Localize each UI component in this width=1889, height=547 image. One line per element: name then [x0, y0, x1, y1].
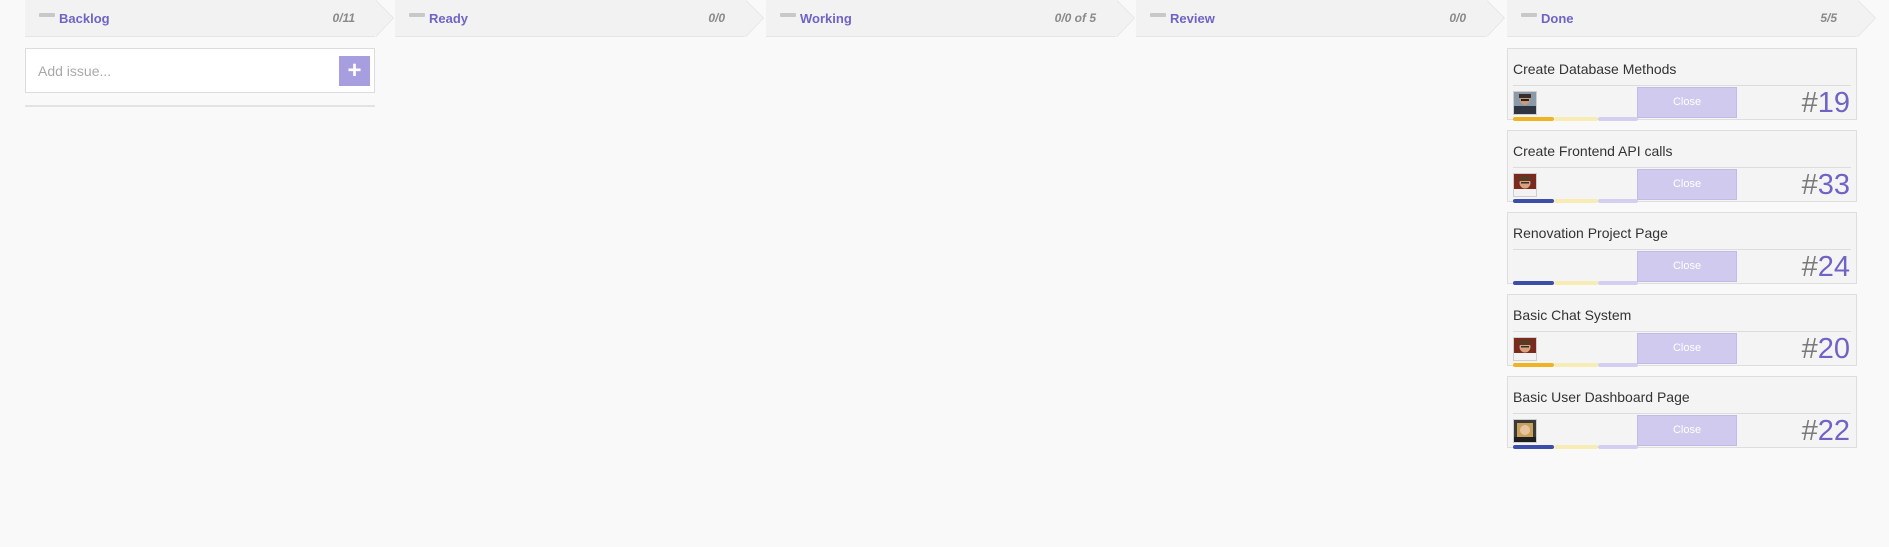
header-arrow	[1486, 0, 1504, 37]
card-divider	[1513, 331, 1851, 332]
issue-number[interactable]: #24	[1802, 251, 1850, 284]
issue-card[interactable]: Basic User Dashboard Page Close #22	[1507, 376, 1857, 449]
collapse-icon[interactable]	[780, 13, 796, 17]
progress-bar-secondary	[1554, 199, 1598, 203]
collapse-icon[interactable]	[409, 13, 425, 17]
issue-card[interactable]: Create Frontend API calls Close #33	[1507, 130, 1857, 203]
close-issue-button[interactable]: Close	[1637, 169, 1737, 200]
issue-number-value: 20	[1817, 333, 1850, 365]
close-issue-button[interactable]: Close	[1637, 251, 1737, 282]
issue-number-value: 33	[1817, 169, 1850, 201]
add-issue-input[interactable]	[30, 53, 335, 88]
column-header-review[interactable]: Review 0/0	[1136, 0, 1505, 37]
issue-title[interactable]: Create Frontend API calls	[1513, 143, 1673, 159]
card-divider	[1513, 413, 1851, 414]
progress-bar-tertiary	[1598, 363, 1638, 367]
column-header-done[interactable]: Done 5/5	[1507, 0, 1876, 37]
collapse-icon[interactable]	[39, 13, 55, 17]
issue-card[interactable]: Basic Chat System Close #20	[1507, 294, 1857, 367]
close-issue-button[interactable]: Close	[1637, 87, 1737, 118]
hash-symbol: #	[1801, 87, 1818, 119]
assignee-avatar[interactable]	[1513, 91, 1537, 115]
progress-bar-secondary	[1554, 281, 1598, 285]
column-count: 0/0	[708, 11, 725, 25]
assignee-avatar[interactable]	[1513, 337, 1537, 361]
column-title: Working	[800, 11, 852, 26]
issue-number[interactable]: #19	[1802, 87, 1850, 120]
collapse-icon[interactable]	[1150, 13, 1166, 17]
column-title: Review	[1170, 11, 1215, 26]
issue-number-value: 24	[1817, 251, 1850, 283]
card-divider	[1513, 85, 1851, 86]
issue-card[interactable]: Renovation Project Page Close #24	[1507, 212, 1857, 285]
column-count: 5/5	[1820, 11, 1837, 25]
progress-bar-secondary	[1554, 363, 1598, 367]
progress-bar-primary	[1513, 363, 1554, 367]
hash-symbol: #	[1801, 251, 1818, 283]
column-count: 0/11	[332, 11, 355, 25]
assignee-avatar[interactable]	[1513, 419, 1537, 443]
progress-bar-tertiary	[1598, 117, 1638, 121]
column-header-ready[interactable]: Ready 0/0	[395, 0, 764, 37]
header-arrow	[1857, 0, 1875, 37]
column-review: Review 0/0	[1136, 0, 1505, 37]
header-arrow	[745, 0, 763, 37]
progress-bar-primary	[1513, 281, 1554, 285]
column-working: Working 0/0 of 5	[766, 0, 1135, 37]
column-divider	[25, 105, 375, 107]
issue-number-value: 19	[1817, 87, 1850, 119]
issue-number[interactable]: #22	[1802, 415, 1850, 448]
column-backlog: Backlog 0/11 +	[25, 0, 394, 107]
progress-bar-tertiary	[1598, 199, 1638, 203]
add-issue-box: +	[25, 48, 375, 93]
close-issue-button[interactable]: Close	[1637, 415, 1737, 446]
column-title: Backlog	[59, 11, 110, 26]
progress-bar-tertiary	[1598, 281, 1638, 285]
issue-title[interactable]: Renovation Project Page	[1513, 225, 1668, 241]
header-arrow	[375, 0, 393, 37]
hash-symbol: #	[1801, 415, 1818, 447]
issue-number-value: 22	[1817, 415, 1850, 447]
assignee-avatar[interactable]	[1513, 173, 1537, 197]
issue-title[interactable]: Basic User Dashboard Page	[1513, 389, 1690, 405]
progress-bar-secondary	[1554, 445, 1598, 449]
progress-bar-primary	[1513, 117, 1554, 121]
issue-title[interactable]: Basic Chat System	[1513, 307, 1631, 323]
progress-bar-primary	[1513, 445, 1554, 449]
header-arrow	[1116, 0, 1134, 37]
hash-symbol: #	[1801, 169, 1818, 201]
issue-title[interactable]: Create Database Methods	[1513, 61, 1676, 77]
progress-bar-secondary	[1554, 117, 1598, 121]
add-issue-button[interactable]: +	[339, 56, 370, 86]
close-issue-button[interactable]: Close	[1637, 333, 1737, 364]
column-count: 0/0 of 5	[1054, 11, 1096, 25]
issue-number[interactable]: #33	[1802, 169, 1850, 202]
column-title: Done	[1541, 11, 1574, 26]
issue-card[interactable]: Create Database Methods Close #19	[1507, 48, 1857, 121]
column-header-working[interactable]: Working 0/0 of 5	[766, 0, 1135, 37]
column-header-backlog[interactable]: Backlog 0/11	[25, 0, 394, 37]
column-title: Ready	[429, 11, 469, 26]
column-count: 0/0	[1449, 11, 1466, 25]
progress-bar-primary	[1513, 199, 1554, 203]
card-divider	[1513, 249, 1851, 250]
hash-symbol: #	[1801, 333, 1818, 365]
card-divider	[1513, 167, 1851, 168]
column-done: Done 5/5 Create Database Methods Close #19…	[1507, 0, 1876, 449]
plus-icon: +	[347, 57, 362, 84]
column-ready: Ready 0/0	[395, 0, 764, 37]
collapse-icon[interactable]	[1521, 13, 1537, 17]
progress-bar-tertiary	[1598, 445, 1638, 449]
issue-number[interactable]: #20	[1802, 333, 1850, 366]
